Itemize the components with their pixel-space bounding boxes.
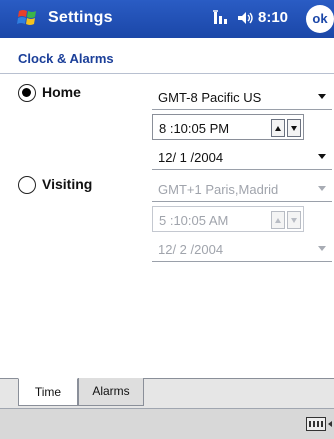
home-date-dropdown[interactable]: 12/ 1 /2004 — [152, 144, 332, 170]
clock-time[interactable]: 8:10 — [258, 9, 288, 26]
visiting-date-value: 12/ 2 /2004 — [158, 242, 224, 257]
visiting-date-dropdown[interactable]: 12/ 2 /2004 — [152, 236, 332, 262]
command-bar — [0, 408, 334, 439]
visiting-time-field[interactable]: 5 :10:05 AM — [152, 206, 304, 232]
tab-time[interactable]: Time — [18, 378, 78, 406]
home-timezone-value: GMT-8 Pacific US — [158, 90, 262, 105]
visiting-label: Visiting — [42, 176, 93, 192]
home-radio[interactable] — [18, 84, 36, 102]
spin-down-icon[interactable] — [287, 119, 301, 137]
home-label: Home — [42, 84, 81, 100]
home-time-value: 8 :10:05 PM — [159, 121, 230, 136]
page-header: Clock & Alarms — [0, 38, 334, 74]
spin-up-icon[interactable] — [271, 211, 285, 229]
chevron-down-icon[interactable] — [318, 154, 326, 159]
page-title: Clock & Alarms — [18, 51, 114, 66]
tab-alarms[interactable]: Alarms — [78, 378, 144, 406]
input-menu-arrow-icon[interactable] — [328, 421, 332, 427]
keyboard-icon[interactable] — [306, 417, 326, 431]
visiting-timezone-dropdown[interactable]: GMT+1 Paris,Madrid — [152, 176, 332, 202]
chevron-down-icon[interactable] — [318, 246, 326, 251]
antenna-icon[interactable] — [212, 9, 230, 27]
windows-flag-icon[interactable] — [16, 5, 42, 31]
home-timezone-dropdown[interactable]: GMT-8 Pacific US — [152, 84, 332, 110]
spin-down-icon[interactable] — [287, 211, 301, 229]
speaker-icon[interactable] — [236, 9, 254, 27]
visiting-radio[interactable] — [18, 176, 36, 194]
device-screen: Settings 8:10 ok Clock & Alarms Home GMT… — [0, 0, 334, 439]
spin-up-icon[interactable] — [271, 119, 285, 137]
tab-bar: Time Alarms — [0, 378, 334, 408]
app-title: Settings — [48, 9, 113, 26]
chevron-down-icon[interactable] — [318, 186, 326, 191]
title-bar: Settings 8:10 ok — [0, 0, 334, 38]
visiting-timezone-value: GMT+1 Paris,Madrid — [158, 182, 279, 197]
ok-button[interactable]: ok — [306, 5, 334, 33]
home-date-value: 12/ 1 /2004 — [158, 150, 224, 165]
visiting-time-value: 5 :10:05 AM — [159, 213, 229, 228]
home-time-field[interactable]: 8 :10:05 PM — [152, 114, 304, 140]
chevron-down-icon[interactable] — [318, 94, 326, 99]
